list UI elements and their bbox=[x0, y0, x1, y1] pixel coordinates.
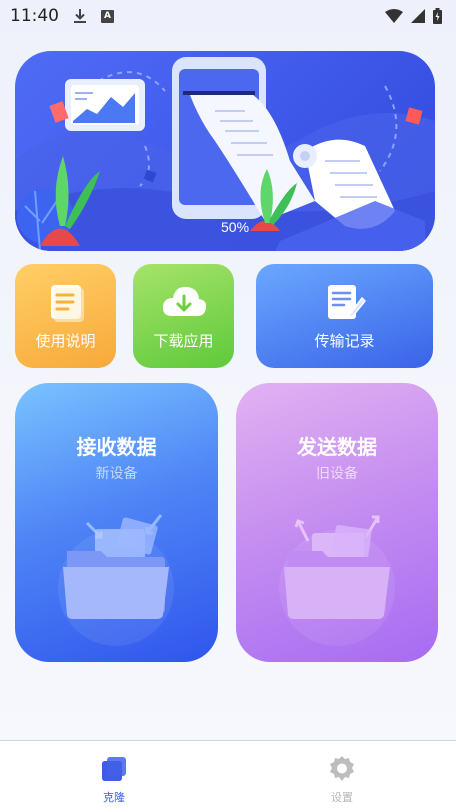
battery-icon bbox=[433, 8, 442, 24]
receive-data-card[interactable]: 接收数据 新设备 bbox=[15, 383, 218, 662]
download-app-button[interactable]: 下载应用 bbox=[133, 264, 234, 368]
send-data-card[interactable]: 发送数据 旧设备 bbox=[236, 383, 438, 662]
guide-button[interactable]: 使用说明 bbox=[15, 264, 116, 368]
folder-receive-icon bbox=[58, 514, 174, 646]
receive-data-title: 接收数据 bbox=[76, 435, 157, 459]
download-app-label: 下载应用 bbox=[153, 331, 214, 350]
signal-icon bbox=[411, 9, 425, 23]
a-badge-icon: A bbox=[101, 9, 114, 23]
clone-icon bbox=[102, 757, 126, 781]
status-bar: 11:40 A bbox=[0, 0, 456, 32]
nav-settings[interactable]: 设置 bbox=[302, 755, 382, 805]
transfer-history-label: 传输记录 bbox=[314, 331, 375, 350]
send-data-title: 发送数据 bbox=[297, 435, 377, 459]
notepad-edit-icon bbox=[327, 284, 366, 319]
download-icon bbox=[74, 9, 86, 23]
receive-data-subtitle: 新设备 bbox=[95, 466, 138, 482]
progress-percent: 50% bbox=[221, 219, 250, 235]
hero-banner: 50% bbox=[15, 51, 435, 251]
gear-icon bbox=[330, 756, 354, 781]
status-time: 11:40 bbox=[10, 6, 59, 26]
transfer-history-button[interactable]: 传输记录 bbox=[256, 264, 433, 368]
nav-clone[interactable]: 克隆 bbox=[74, 755, 154, 805]
guide-label: 使用说明 bbox=[35, 331, 96, 350]
cloud-download-icon bbox=[162, 286, 206, 316]
wifi-icon bbox=[385, 9, 403, 23]
document-icon bbox=[50, 284, 84, 322]
nav-settings-label: 设置 bbox=[331, 791, 353, 804]
folder-send-icon bbox=[279, 515, 395, 646]
bottom-navigation: 克隆 设置 bbox=[0, 740, 456, 812]
send-data-subtitle: 旧设备 bbox=[316, 466, 358, 482]
nav-clone-label: 克隆 bbox=[103, 791, 125, 804]
